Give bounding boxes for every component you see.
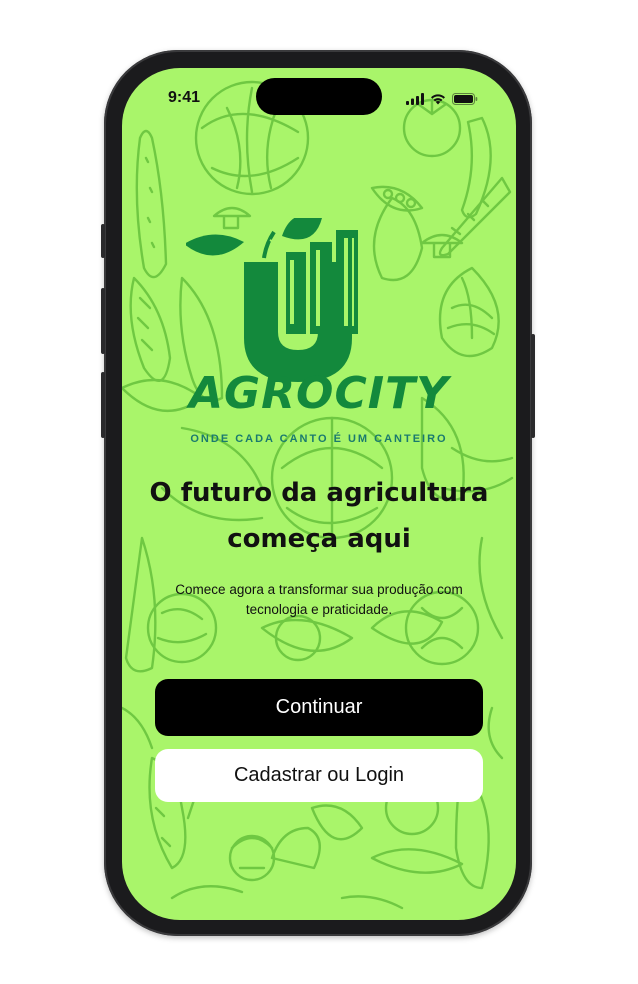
continue-button[interactable]: Continuar (155, 679, 483, 736)
brand-tagline: ONDE CADA CANTO É UM CANTEIRO (190, 432, 447, 445)
volume-up-button (101, 288, 105, 354)
cellular-signal-icon (406, 93, 424, 105)
status-time: 9:41 (168, 89, 201, 106)
headline: O futuro da agricultura começa aqui (142, 470, 496, 562)
volume-down-button (101, 372, 105, 438)
wifi-icon (431, 94, 445, 105)
headline-line1: O futuro da agricultura (149, 478, 489, 508)
subtitle-line1: Comece agora a transformar sua produção … (175, 582, 463, 597)
subtitle: Comece agora a transformar sua produção … (149, 580, 489, 620)
status-icons (406, 92, 478, 106)
battery-icon (452, 93, 478, 105)
power-button (531, 334, 535, 438)
agrocity-logo: AGROCITY ONDE CADA CANTO É UM CANTEIRO (186, 218, 452, 445)
dynamic-island (256, 78, 382, 115)
app-screen: 9:41 AGROCITY ONDE CADA CANTO É UM CANTE… (122, 68, 516, 920)
action-button (101, 224, 105, 258)
register-or-login-button[interactable]: Cadastrar ou Login (155, 749, 483, 802)
headline-line2: começa aqui (227, 524, 411, 554)
status-bar: 9:41 (122, 68, 516, 128)
brand-name: AGROCITY (186, 368, 452, 419)
subtitle-line2: tecnologia e praticidade. (245, 602, 393, 617)
